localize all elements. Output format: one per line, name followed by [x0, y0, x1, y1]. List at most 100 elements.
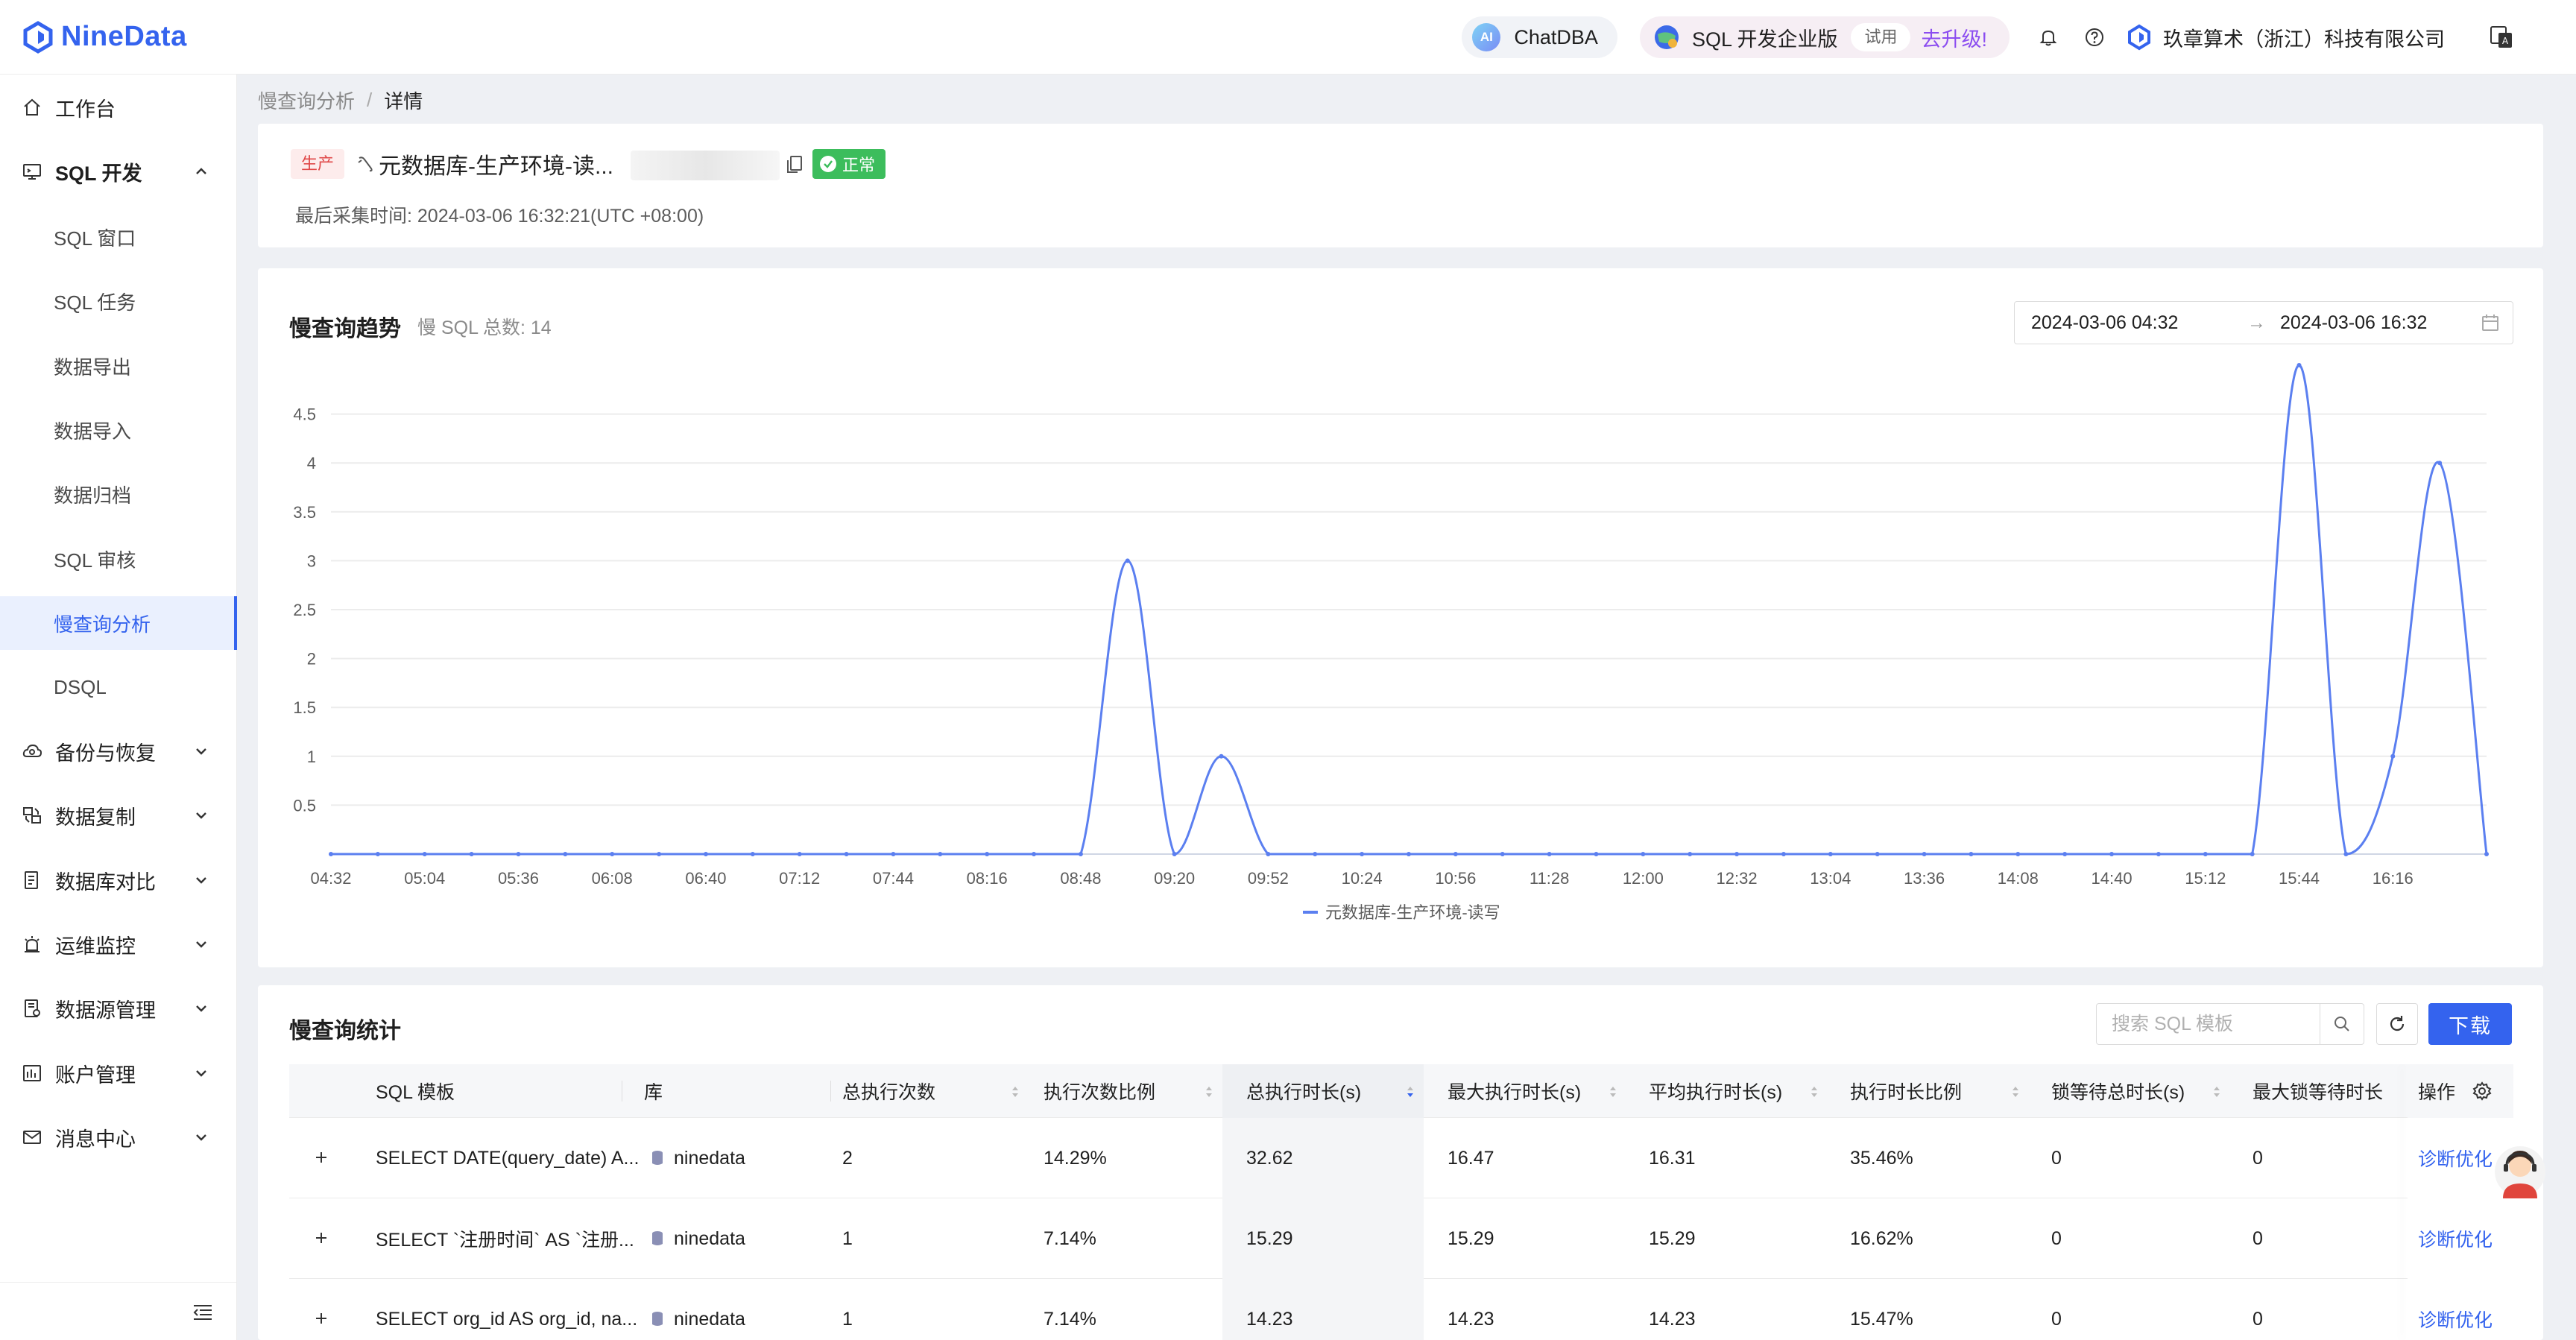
sidebar-item-sql-task[interactable]: SQL 任务: [0, 274, 237, 328]
cell-lock-total: 0: [2051, 1147, 2062, 1169]
sidebar-group-sql-dev[interactable]: SQL 开发: [0, 145, 237, 198]
logo[interactable]: NineData: [21, 20, 187, 54]
x-tick-label: 12:00: [1623, 869, 1664, 888]
sidebar-item-data-import[interactable]: 数据导入: [0, 403, 237, 457]
sidebar-item-sql-window[interactable]: SQL 窗口: [0, 210, 237, 264]
x-tick-label: 14:08: [1998, 869, 2039, 888]
x-tick-label: 06:40: [685, 869, 726, 888]
sidebar-item-data-export[interactable]: 数据导出: [0, 339, 237, 393]
sidebar-item-sql-review[interactable]: SQL 审核: [0, 532, 237, 586]
expand-row-icon[interactable]: [312, 1228, 331, 1248]
language-icon[interactable]: A: [2487, 22, 2516, 52]
cell-lock-max: 0: [2253, 1227, 2263, 1249]
cell-max-time: 15.29: [1448, 1227, 1494, 1249]
cell-action: 诊断优化: [2408, 1279, 2513, 1340]
bell-icon[interactable]: [2033, 22, 2063, 52]
org-switcher[interactable]: 玖章算术（浙江）科技有限公司: [2126, 23, 2445, 52]
col-db: 库: [644, 1064, 830, 1118]
sidebar-group-datasource[interactable]: 数据源管理: [0, 982, 237, 1035]
sort-icon[interactable]: [1011, 1084, 1020, 1100]
expand-row-icon[interactable]: [312, 1148, 331, 1167]
cell-time-ratio: 15.47%: [1850, 1308, 1913, 1330]
y-tick-label: 3.5: [293, 503, 316, 522]
data-point: [2062, 852, 2068, 856]
edition-pill[interactable]: SQL 开发企业版 试用 去升级!: [1639, 16, 2010, 58]
col-label: 锁等待总时长(s): [2051, 1082, 2185, 1103]
sidebar-group-label: 备份与恢复: [55, 742, 156, 765]
table-row[interactable]: SELECT DATE(query_date) A... ninedata 2 …: [289, 1118, 2513, 1198]
sidebar-item-workbench[interactable]: 工作台: [0, 80, 237, 134]
sidebar-item-dsql[interactable]: DSQL: [0, 660, 237, 714]
sidebar-group-db-compare[interactable]: 数据库对比: [0, 853, 237, 907]
diagnose-optimize-link[interactable]: 诊断优化: [2418, 1306, 2493, 1333]
x-tick-label: 06:08: [592, 869, 633, 888]
collapse-sidebar-icon[interactable]: [191, 1301, 215, 1324]
data-point: [1453, 852, 1458, 856]
breadcrumb-parent[interactable]: 慢查询分析: [258, 86, 355, 114]
cell-avg-time: 15.29: [1649, 1227, 1696, 1249]
fixed-column-shadow: [2406, 1064, 2407, 1340]
data-point: [563, 852, 568, 856]
col-time-ratio[interactable]: 执行时长比例: [1850, 1064, 2029, 1118]
sort-icon[interactable]: [1810, 1084, 1819, 1100]
sort-icon[interactable]: [2212, 1084, 2221, 1100]
collect-time: 最后采集时间: 2024-03-06 16:32:21(UTC +08:00): [295, 206, 704, 227]
data-point: [422, 852, 427, 856]
cell-template[interactable]: SELECT org_id AS org_id, na...: [376, 1279, 637, 1340]
col-max-time[interactable]: 最大执行时长(s): [1448, 1064, 1626, 1118]
table-header: SQL 模板 库 总执行次数 执行次数比例 总执行时长(s) 最大执行时长(s)…: [289, 1064, 2513, 1118]
chatdba-button[interactable]: AI ChatDBA: [1462, 16, 1617, 58]
sort-icon[interactable]: [2011, 1084, 2020, 1100]
copy-icon[interactable]: [784, 154, 805, 174]
masked-address: [631, 151, 780, 180]
assistant-avatar-icon[interactable]: [2493, 1140, 2548, 1200]
column-settings-gear-icon[interactable]: [2472, 1081, 2493, 1102]
sql-template-search-input[interactable]: [2096, 1003, 2320, 1045]
sidebar-group-account[interactable]: 账户管理: [0, 1046, 237, 1100]
sidebar-item-slow-query[interactable]: 慢查询分析: [0, 596, 237, 650]
diagnose-optimize-link[interactable]: 诊断优化: [2418, 1225, 2493, 1252]
help-icon[interactable]: [2080, 22, 2109, 52]
expand-row-icon[interactable]: [312, 1309, 331, 1328]
sidebar-group-ops-monitor[interactable]: 运维监控: [0, 917, 237, 971]
upgrade-link[interactable]: 去升级!: [1921, 23, 1987, 52]
col-avg-time[interactable]: 平均执行时长(s): [1649, 1064, 1828, 1118]
database-icon: [652, 1151, 663, 1165]
y-tick-label: 3: [307, 552, 316, 570]
x-tick-label: 09:52: [1248, 869, 1289, 888]
cell-template[interactable]: SELECT `注册时间` AS `注册...: [376, 1198, 634, 1279]
instance-info-card: 生产 元数据库-生产环境-读... 正常 最后采集时间: 2024-03-06 …: [258, 124, 2543, 247]
cell-count-ratio: 7.14%: [1044, 1227, 1096, 1249]
col-exec-ratio[interactable]: 执行次数比例: [1044, 1064, 1222, 1118]
ai-badge-icon: AI: [1472, 23, 1501, 51]
refresh-button[interactable]: [2376, 1003, 2418, 1045]
sidebar-item-label: 工作台: [55, 98, 116, 121]
col-total-time[interactable]: 总执行时长(s): [1246, 1064, 1424, 1118]
sort-icon[interactable]: [1205, 1084, 1213, 1100]
sidebar-item-data-archive[interactable]: 数据归档: [0, 467, 237, 521]
data-point: [1688, 852, 1693, 856]
data-point: [2250, 852, 2255, 856]
sidebar-group-replication[interactable]: 数据复制: [0, 788, 237, 842]
col-exec-count[interactable]: 总执行次数: [842, 1064, 1029, 1118]
search-button[interactable]: [2320, 1003, 2364, 1045]
table-row[interactable]: SELECT `注册时间` AS `注册... ninedata 1 7.14%…: [289, 1198, 2513, 1279]
sort-icon[interactable]: [1609, 1084, 1617, 1100]
data-point: [1266, 852, 1271, 856]
sidebar-group-messages[interactable]: 消息中心: [0, 1110, 237, 1164]
cell-template[interactable]: SELECT DATE(query_date) A...: [376, 1118, 639, 1198]
chevron-down-icon: [196, 812, 206, 819]
check-circle-icon: [820, 156, 836, 172]
x-tick-label: 15:44: [2279, 869, 2320, 888]
cell-lock-max: 0: [2253, 1147, 2263, 1169]
sort-desc-icon[interactable]: [1406, 1084, 1415, 1100]
table-row[interactable]: SELECT org_id AS org_id, na... ninedata …: [289, 1279, 2513, 1340]
diagnose-optimize-link[interactable]: 诊断优化: [2418, 1145, 2493, 1172]
cell-count-ratio: 7.14%: [1044, 1308, 1096, 1330]
download-button[interactable]: 下载: [2428, 1003, 2512, 1045]
sidebar-group-backup[interactable]: 备份与恢复: [0, 724, 237, 778]
col-lock-max[interactable]: 最大锁等待时长: [2253, 1064, 2409, 1118]
data-point: [703, 852, 708, 856]
data-point: [891, 852, 896, 856]
col-lock-total[interactable]: 锁等待总时长(s): [2051, 1064, 2230, 1118]
